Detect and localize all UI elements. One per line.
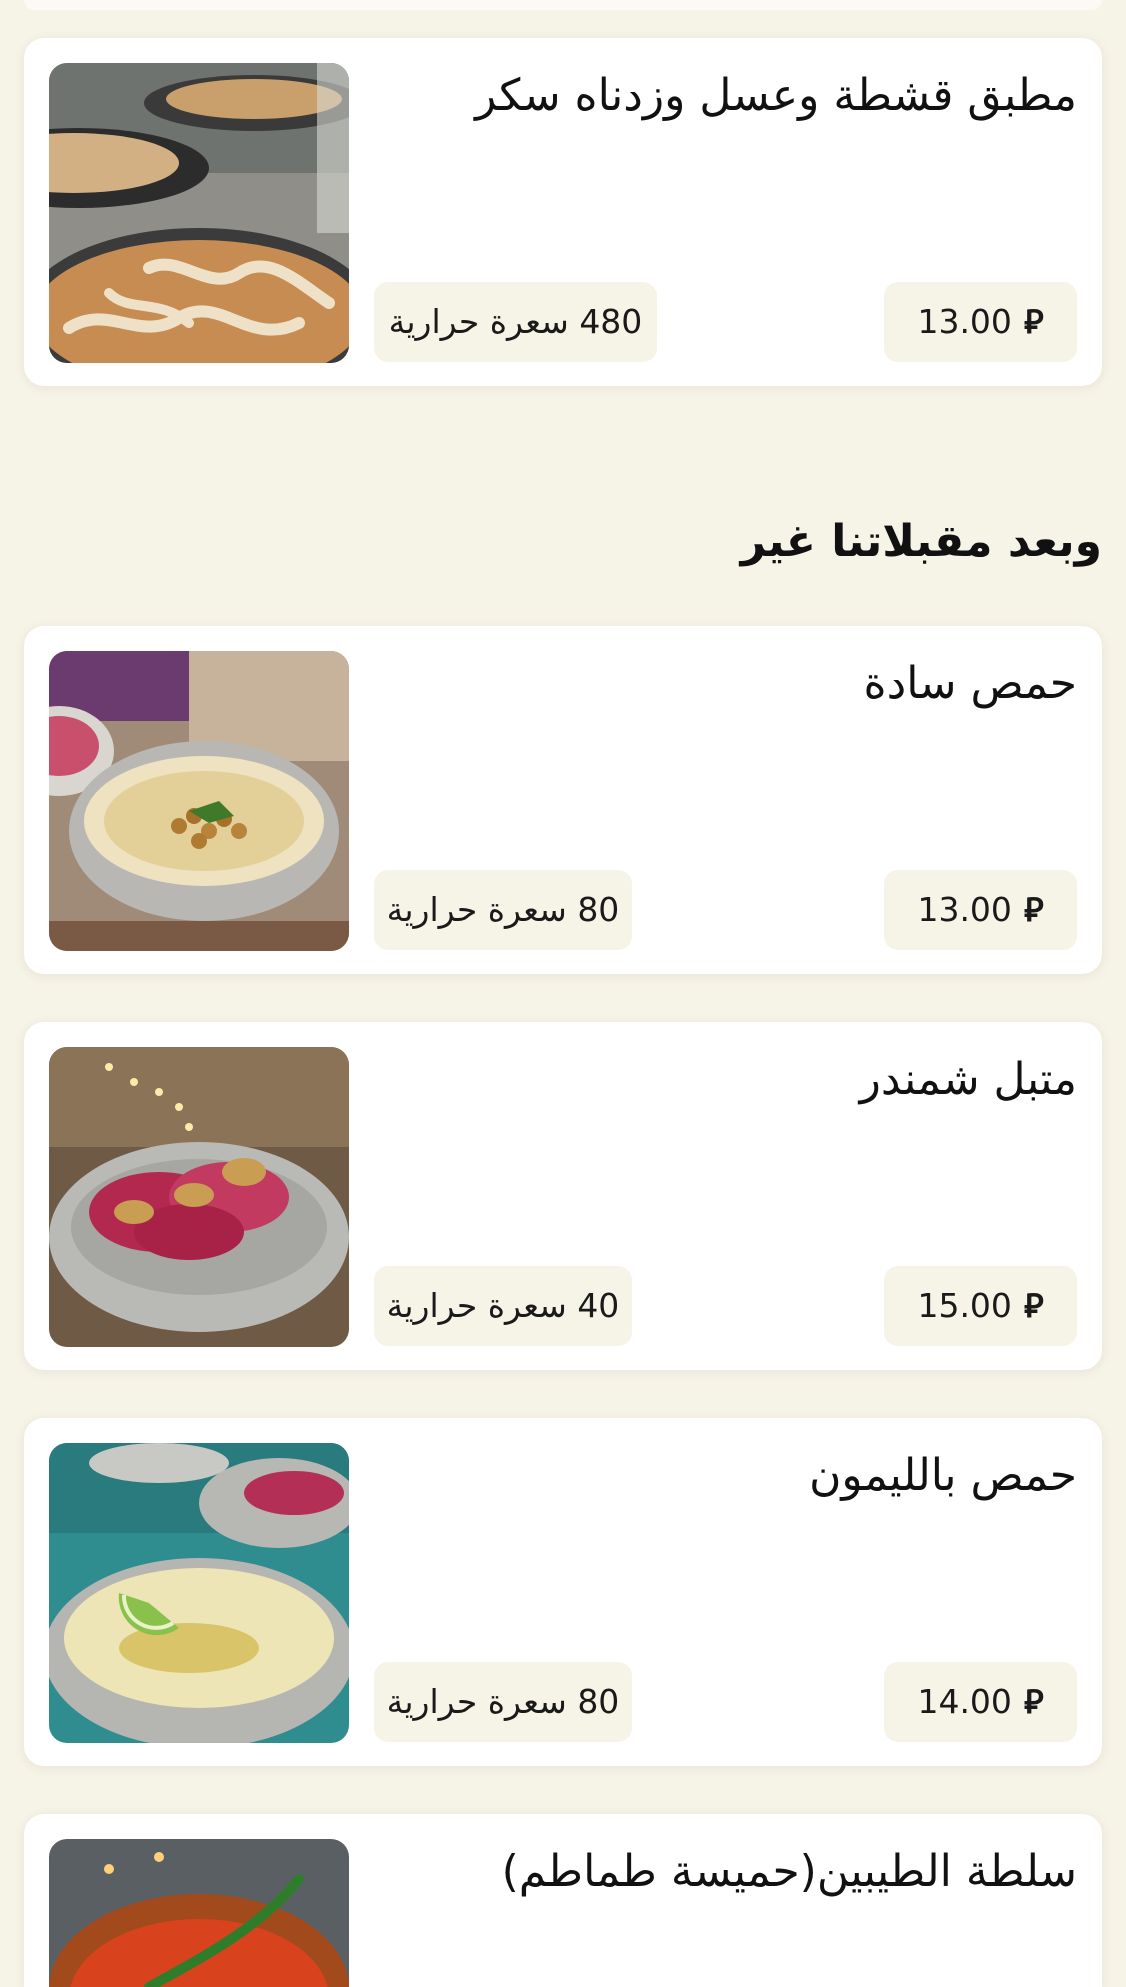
- dish-photo: [49, 63, 349, 363]
- previous-card-edge: [24, 0, 1102, 10]
- dish-photo: [49, 1047, 349, 1347]
- calories-value: 40 سعرة حرارية: [386, 1286, 620, 1325]
- riyal-icon: ⃁: [1023, 890, 1044, 929]
- price-badge: ⃁ 13.00: [884, 282, 1077, 362]
- price-badge: ⃁ 13.00: [884, 870, 1077, 950]
- dish-name: حمص سادة: [863, 658, 1077, 709]
- price-value: 14.00: [917, 1682, 1012, 1721]
- calories-badge: 80 سعرة حرارية: [374, 1662, 632, 1742]
- section-title: وبعد مقبلاتنا غير: [740, 516, 1102, 567]
- dish-photo: [49, 1443, 349, 1743]
- dish-name: حمص بالليمون: [809, 1450, 1077, 1501]
- calories-value: 80 سعرة حرارية: [386, 1682, 620, 1721]
- price-value: 13.00: [917, 890, 1012, 929]
- riyal-icon: ⃁: [1023, 1286, 1044, 1325]
- calories-value: 480 سعرة حرارية: [388, 302, 643, 341]
- calories-badge: 80 سعرة حرارية: [374, 870, 632, 950]
- calories-badge: 480 سعرة حرارية: [374, 282, 657, 362]
- dish-photo: [49, 651, 349, 951]
- riyal-icon: ⃁: [1023, 1682, 1044, 1721]
- calories-badge: 40 سعرة حرارية: [374, 1266, 632, 1346]
- price-badge: ⃁ 14.00: [884, 1662, 1077, 1742]
- menu-page: مطبق قشطة وعسل وزدناه سكر ⃁ 13.00 480 سعر…: [0, 0, 1126, 1987]
- price-badge: ⃁ 15.00: [884, 1266, 1077, 1346]
- menu-item-card[interactable]: مطبق قشطة وعسل وزدناه سكر ⃁ 13.00 480 سعر…: [24, 38, 1102, 386]
- dish-name: متبل شمندر: [859, 1054, 1077, 1105]
- menu-item-card[interactable]: سلطة الطيبين(حميسة طماطم): [24, 1814, 1102, 1987]
- dish-photo: [49, 1839, 349, 1987]
- dish-name: سلطة الطيبين(حميسة طماطم): [501, 1846, 1077, 1897]
- menu-item-card[interactable]: حمص بالليمون ⃁ 14.00 80 سعرة حرارية: [24, 1418, 1102, 1766]
- dish-name: مطبق قشطة وعسل وزدناه سكر: [475, 70, 1077, 121]
- calories-value: 80 سعرة حرارية: [386, 890, 620, 929]
- price-value: 15.00: [917, 1286, 1012, 1325]
- riyal-icon: ⃁: [1023, 302, 1044, 341]
- menu-item-card[interactable]: حمص سادة ⃁ 13.00 80 سعرة حرارية: [24, 626, 1102, 974]
- price-value: 13.00: [917, 302, 1012, 341]
- menu-item-card[interactable]: متبل شمندر ⃁ 15.00 40 سعرة حرارية: [24, 1022, 1102, 1370]
